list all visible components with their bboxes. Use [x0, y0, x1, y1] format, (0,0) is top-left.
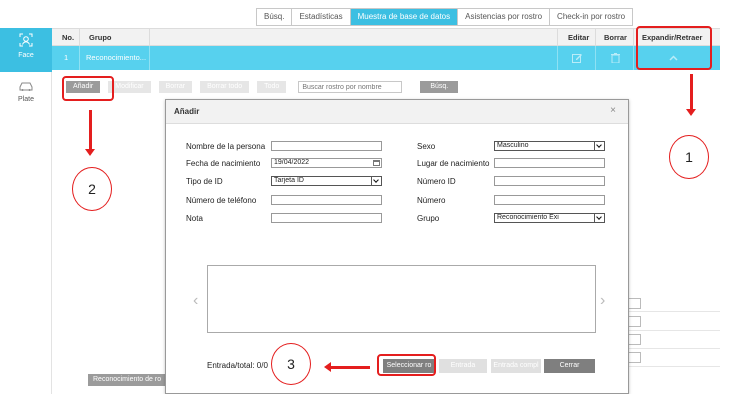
delete-button[interactable]: Borrar: [158, 81, 193, 93]
all-button[interactable]: Todo: [257, 81, 287, 93]
calendar-icon[interactable]: [373, 160, 380, 166]
row-group: Reconocimiento...: [79, 46, 149, 70]
sex-select[interactable]: Masculino: [494, 141, 605, 151]
id-type-select[interactable]: Tarjeta ID: [271, 176, 382, 186]
entry-full-button[interactable]: Entrada compl: [491, 359, 541, 373]
header-delete: Borrar: [595, 29, 633, 46]
sex-value: Masculino: [497, 142, 529, 149]
sex-label: Sexo: [417, 142, 436, 151]
tab-search[interactable]: Búsq.: [257, 9, 293, 25]
annotation-marker-2: 2: [72, 167, 112, 211]
group-label: Grupo: [417, 214, 440, 223]
row-checkbox[interactable]: [628, 316, 641, 327]
header-edit: Editar: [557, 29, 595, 46]
header-divider: [149, 29, 151, 46]
dialog-header: Añadir ×: [166, 100, 628, 124]
car-icon: [19, 82, 33, 91]
delete-all-button[interactable]: Borrar todo: [200, 81, 250, 93]
face-icon: [19, 33, 33, 47]
annotation-arrow-3: [324, 362, 370, 371]
chevron-left-icon[interactable]: ‹: [193, 292, 198, 310]
note-field[interactable]: [271, 213, 382, 223]
birthdate-label: Fecha de nacimiento: [186, 159, 261, 168]
phone-field[interactable]: [271, 195, 382, 205]
name-field[interactable]: [271, 141, 382, 151]
chevron-down-icon: [594, 142, 604, 150]
toolbar: Añadir Modificar Borrar Borrar todo Todo…: [66, 81, 466, 93]
sidebar-item-face[interactable]: Face: [0, 28, 52, 72]
sidebar: Face Plate: [0, 28, 52, 394]
entry-button[interactable]: Entrada: [439, 359, 487, 373]
row-checkbox[interactable]: [628, 352, 641, 363]
annotation-arrow-2: [85, 110, 94, 156]
group-value: Reconocimiento Exi: [497, 214, 559, 221]
photo-list: [207, 265, 596, 333]
row-edit-cell: [557, 46, 595, 70]
annotation-marker-1: 1: [669, 135, 709, 179]
id-number-field[interactable]: [494, 176, 605, 186]
birthdate-field[interactable]: 19/04/2022: [271, 158, 382, 168]
birthplace-label: Lugar de nacimiento: [417, 159, 490, 168]
note-label: Nota: [186, 214, 203, 223]
row-divider: [149, 46, 151, 70]
tab-database-sample[interactable]: Muestra de base de datos: [350, 9, 459, 25]
sidebar-item-plate[interactable]: Plate: [0, 78, 52, 118]
highlight-add-button: [62, 76, 114, 101]
number-label: Número: [417, 196, 446, 205]
row-checkbox[interactable]: [628, 298, 641, 309]
dialog-title: Añadir: [174, 107, 200, 116]
id-type-label: Tipo de ID: [186, 177, 223, 186]
group-select[interactable]: Reconocimiento Exi: [494, 213, 605, 223]
chevron-down-icon: [594, 214, 604, 222]
phone-label: Número de teléfono: [186, 196, 257, 205]
row-delete-cell: [595, 46, 633, 70]
highlight-expand-column: [636, 26, 712, 70]
annotation-marker-3: 3: [271, 343, 311, 385]
tab-statistics[interactable]: Estadísticas: [292, 9, 351, 25]
row-checkbox[interactable]: [628, 334, 641, 345]
sidebar-item-label: Face: [18, 52, 34, 59]
edit-icon[interactable]: [572, 53, 583, 63]
close-icon[interactable]: ×: [610, 105, 616, 116]
table-row[interactable]: 1 Reconocimiento...: [52, 46, 720, 70]
search-input[interactable]: [298, 81, 403, 93]
id-type-value: Tarjeta ID: [274, 177, 304, 184]
highlight-select-button: [377, 354, 436, 376]
row-no: 1: [64, 53, 69, 62]
header-no: No.: [62, 33, 75, 42]
add-dialog: Añadir × Nombre de la persona Fecha de n…: [165, 99, 629, 394]
bottom-group-tag: Reconocimiento de ro: [88, 374, 167, 386]
birthdate-value: 19/04/2022: [274, 159, 310, 166]
chevron-right-icon[interactable]: ›: [600, 292, 605, 310]
tab-face-attendance[interactable]: Asistencias por rostro: [458, 9, 551, 25]
trash-icon[interactable]: [610, 53, 621, 63]
entry-total-status: Entrada/total: 0/0: [207, 361, 268, 370]
chevron-down-icon: [371, 177, 381, 185]
search-button[interactable]: Búsq.: [420, 81, 459, 93]
modify-button[interactable]: Modificar: [108, 81, 151, 93]
number-field[interactable]: [494, 195, 605, 205]
tab-face-checkin[interactable]: Check-in por rostro: [550, 9, 632, 25]
annotation-arrow-1: [686, 74, 695, 116]
table-header: No. Grupo Editar Borrar Expandir/Retraer: [52, 28, 720, 46]
sidebar-item-label: Plate: [18, 96, 34, 103]
close-button[interactable]: Cerrar: [544, 359, 595, 373]
id-number-label: Número ID: [417, 177, 456, 186]
name-label: Nombre de la persona: [186, 142, 266, 151]
header-group: Grupo: [79, 29, 149, 46]
birthplace-field[interactable]: [494, 158, 605, 168]
tab-bar: Búsq. Estadísticas Muestra de base de da…: [256, 8, 634, 26]
